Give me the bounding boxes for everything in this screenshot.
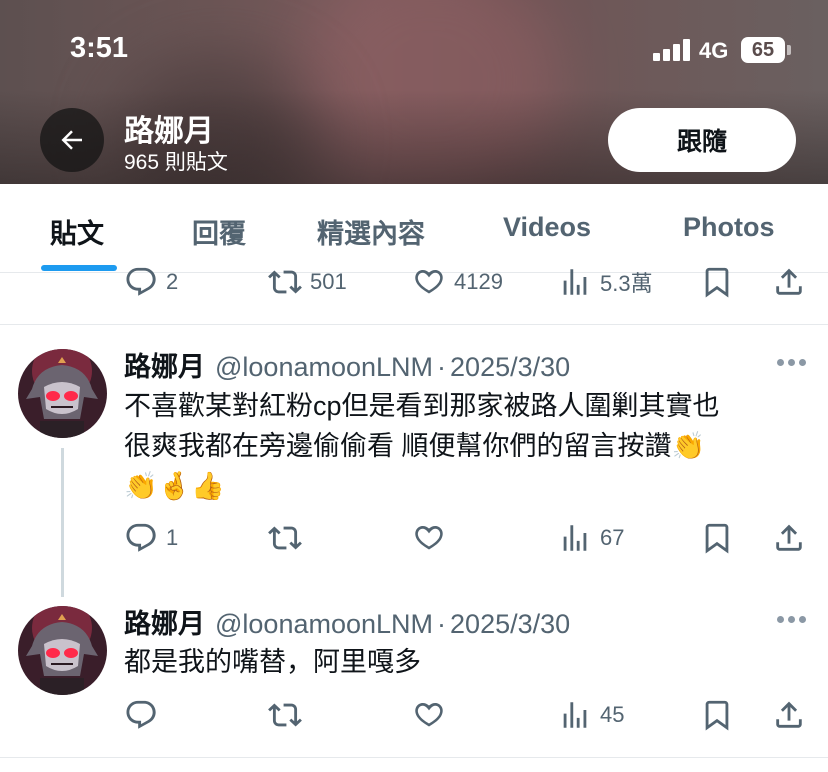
reply-icon [126,267,156,296]
handle[interactable]: @loonamoonLNM [215,609,433,639]
like-button[interactable]: 4129 [412,262,503,302]
views-count: 45 [600,702,625,727]
timestamp[interactable]: 2025/3/30 [450,609,570,639]
avatar[interactable] [18,606,107,695]
views-count: 67 [600,525,625,550]
battery-icon: 65 [741,37,785,63]
views-icon [563,269,587,295]
retweet-icon [268,703,302,727]
profile-tabs: 貼文 回覆 精選內容 Videos Photos [0,184,828,272]
tweet-actions: 45 [0,695,828,735]
tab-highlights[interactable]: 精選內容 [317,212,425,251]
retweet-button[interactable]: 501 [268,262,347,302]
tweet-text-line: 不喜歡某對紅粉cp但是看到那家被路人圍剿其實也 [124,391,720,421]
views-icon [563,525,587,551]
avatar[interactable] [18,349,107,438]
timestamp[interactable]: 2025/3/30 [450,352,570,382]
back-arrow-icon [61,130,82,150]
share-icon [776,268,802,295]
share-button[interactable] [772,518,806,558]
network-type: 4G [699,38,729,63]
share-icon [776,701,802,728]
tab-posts[interactable]: 貼文 [50,212,104,251]
more-icon[interactable] [777,616,807,624]
bookmark-button[interactable] [700,695,734,735]
tweet-divider [0,324,828,325]
tab-videos[interactable]: Videos [503,212,591,243]
bookmark-icon [705,523,729,554]
tweet-text: 都是我的嘴替，阿里嘎多 [124,642,794,682]
views-button[interactable]: 45 [558,695,624,735]
avatar-image [18,349,107,438]
reply-button[interactable] [124,695,158,735]
signal-icon [653,39,691,61]
tweet-text-line: 很爽我都在旁邊偷偷看 順便幫你們的留言按讚👏 [124,431,706,461]
reply-icon [126,523,156,552]
reply-icon [126,700,156,729]
separator: · [437,609,447,639]
reply-button[interactable]: 2 [124,262,178,302]
follow-button[interactable]: 跟隨 [608,108,796,172]
separator: · [437,352,447,382]
share-button[interactable] [772,695,806,735]
retweet-count: 501 [310,269,347,294]
tweet-header: 路娜月 @loonamoonLNM · 2025/3/30 [124,345,570,384]
avatar-image [18,606,107,695]
status-time: 3:51 [70,32,129,64]
prev-tweet-actions: 2 501 4129 5.3萬 [0,262,828,302]
views-count: 5.3萬 [600,271,653,296]
display-name[interactable]: 路娜月 [124,609,205,639]
like-button[interactable] [412,695,446,735]
reply-count: 1 [166,525,179,550]
reply-button[interactable]: 1 [124,518,178,558]
handle[interactable]: @loonamoonLNM [215,352,433,382]
like-icon [415,702,443,727]
back-button[interactable] [40,108,104,172]
bookmark-icon [705,700,729,731]
tweet-text: 不喜歡某對紅粉cp但是看到那家被路人圍剿其實也 很爽我都在旁邊偷偷看 順便幫你們… [124,386,794,506]
tweet-actions: 1 67 [0,518,828,558]
like-icon [415,269,443,294]
share-button[interactable] [772,262,806,302]
tweet-text-line: 都是我的嘴替，阿里嘎多 [124,647,421,677]
tab-photos[interactable]: Photos [683,212,775,243]
like-icon [415,525,443,550]
tab-replies[interactable]: 回覆 [192,212,246,251]
profile-name: 路娜月 [124,115,214,148]
bookmark-icon [705,267,729,298]
more-icon[interactable] [777,359,807,367]
bookmark-button[interactable] [700,262,734,302]
tweet-text-line: 👏🤞👍 [124,471,225,501]
tweet-header: 路娜月 @loonamoonLNM · 2025/3/30 [124,602,570,641]
bookmark-button[interactable] [700,518,734,558]
retweet-button[interactable] [268,518,302,558]
retweet-icon [268,270,302,294]
retweet-button[interactable] [268,695,302,735]
retweet-icon [268,526,302,550]
like-count: 4129 [454,269,503,294]
views-button[interactable]: 5.3萬 [558,262,653,302]
display-name[interactable]: 路娜月 [124,352,205,382]
share-icon [776,524,802,551]
battery-tip [787,45,791,55]
like-button[interactable] [412,518,446,558]
tweet-divider [0,757,828,758]
reply-count: 2 [166,269,179,294]
views-button[interactable]: 67 [558,518,624,558]
views-icon [563,702,587,728]
post-count: 965 則貼文 [124,151,228,174]
